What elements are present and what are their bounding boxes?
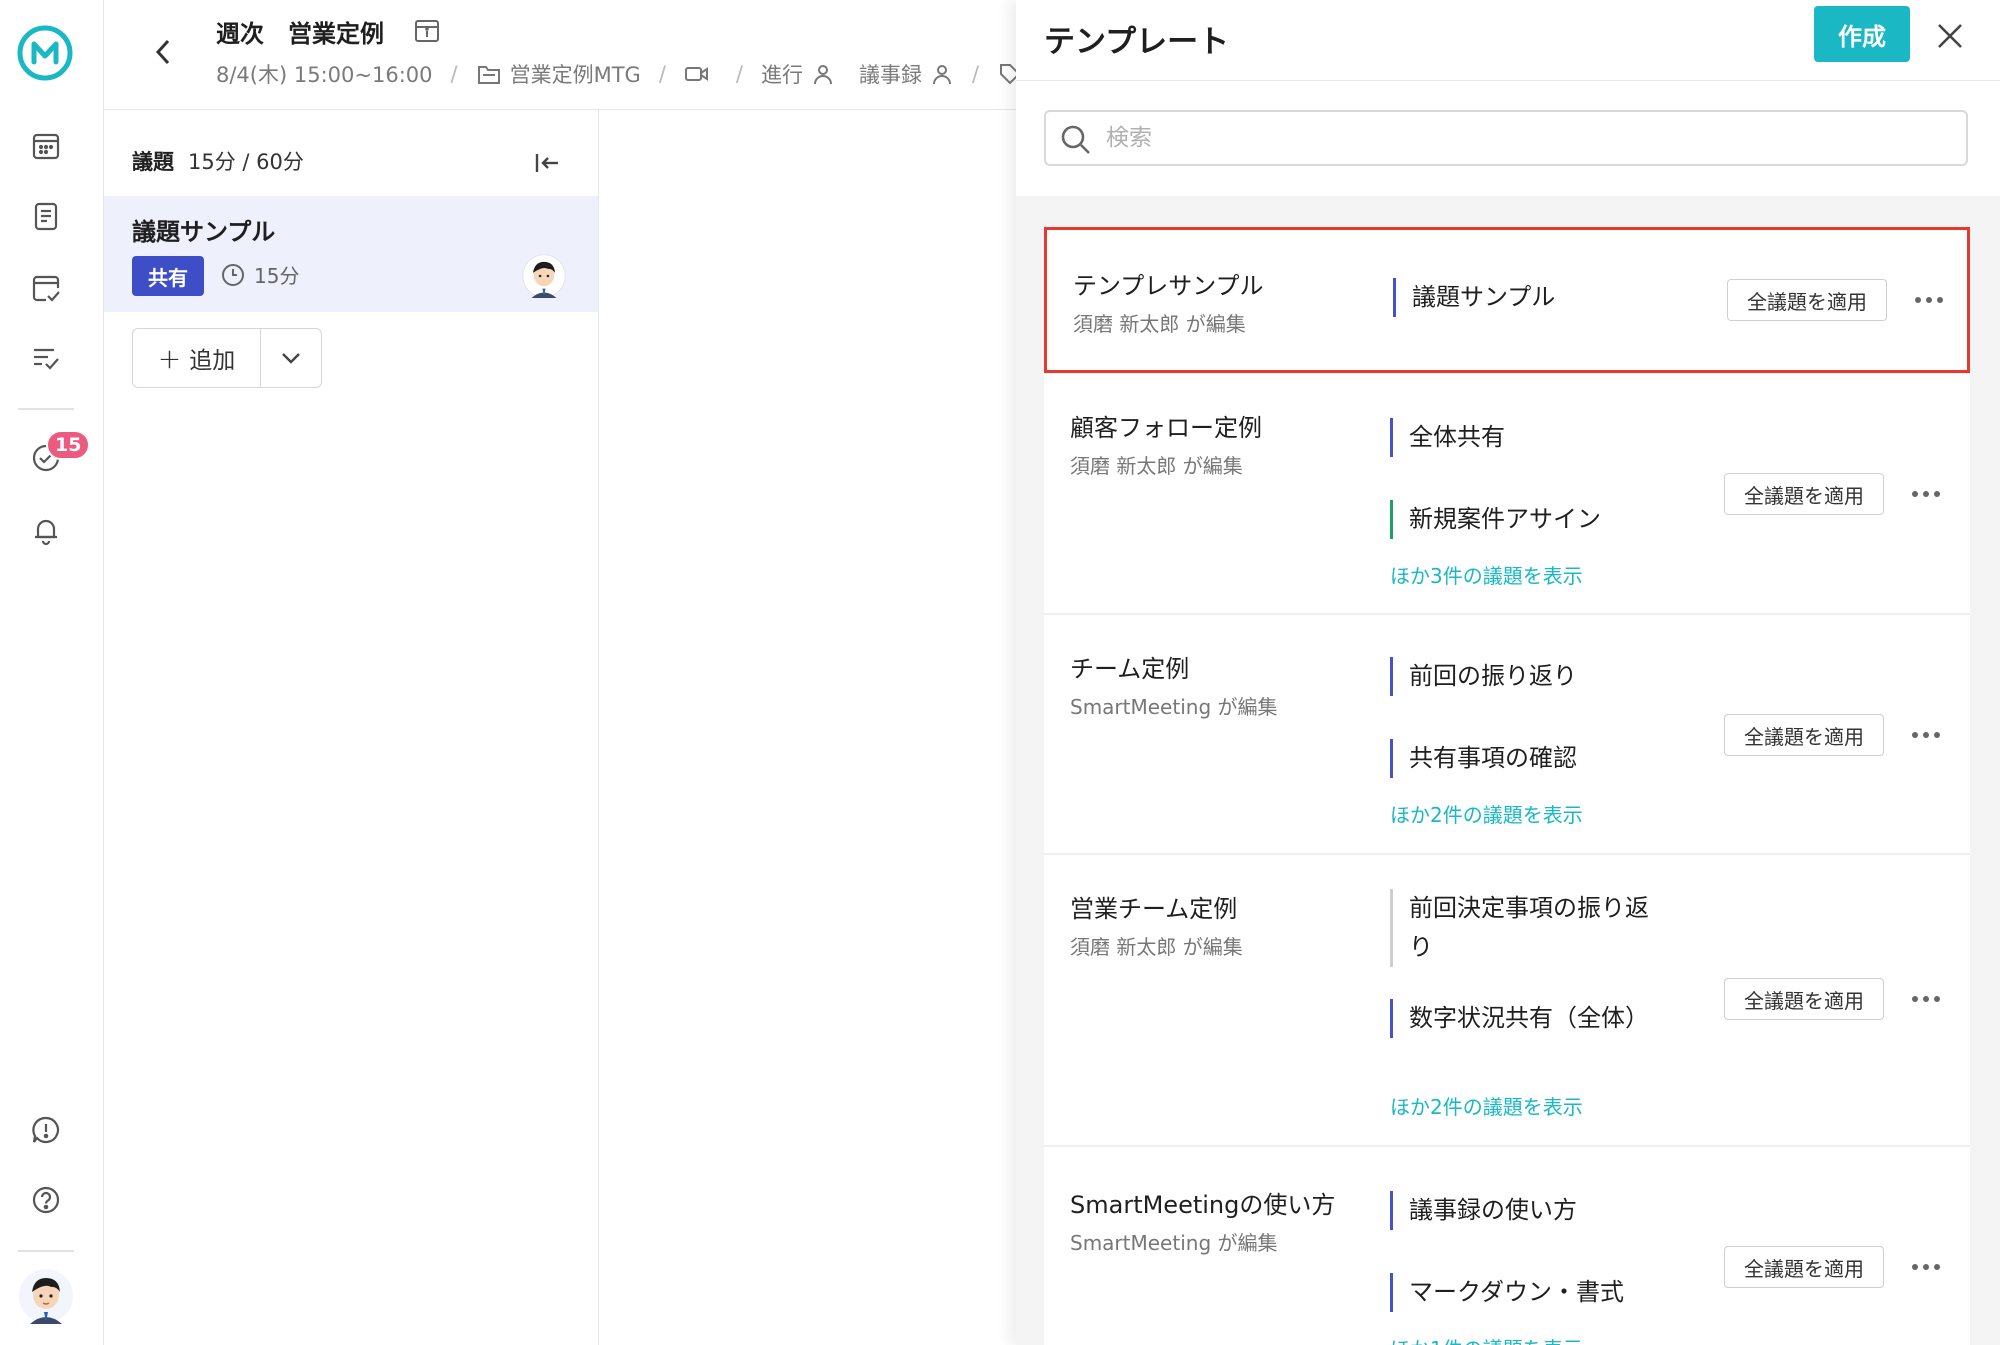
create-template-button[interactable]: 作成 [1814,6,1910,62]
help-icon[interactable] [24,1178,68,1222]
clock-icon [220,262,246,288]
feedback-icon[interactable] [24,1108,68,1152]
template-editor: SmartMeeting が編集 [1070,695,1278,719]
show-more-agendas-link[interactable]: ほか2件の議題を表示 [1390,1091,1583,1120]
template-name: SmartMeetingの使い方 [1070,1191,1336,1219]
template-drawer: テンプレート 作成 テンプレサンプル 須磨 新太郎 が編集 議題サンプル [1016,0,2000,1345]
document-icon[interactable] [24,194,68,238]
bell-icon[interactable] [24,508,68,552]
template-agenda-item: 議事録の使い方 [1390,1191,1650,1230]
agenda-panel: 議題 15分 / 60分 議題サンプル 共有 15分 + 追加 [104,110,599,1345]
template-agenda-item: マークダウン・書式 [1390,1273,1650,1312]
app-root: 15 週次 営業定例 8/4(木) 15:00~16:00 / 営業定例MTG … [0,0,2000,1345]
task-list-icon[interactable] [24,336,68,380]
notification-count-badge: 15 [46,430,91,460]
show-more-agendas-link[interactable]: ほか1件の議題を表示 [1390,1333,1583,1345]
more-options-icon[interactable] [1906,979,1946,1019]
meta-separator: / [735,62,743,86]
template-card[interactable]: SmartMeetingの使い方 SmartMeeting が編集 議事録の使い… [1044,1147,1970,1345]
agenda-item-title: 議題サンプル [132,218,276,246]
template-name: チーム定例 [1070,655,1190,683]
template-card[interactable]: チーム定例 SmartMeeting が編集 前回の振り返り 共有事項の確認 ほ… [1044,615,1970,855]
meeting-title: 週次 営業定例 [216,20,384,48]
user-avatar[interactable] [18,1268,74,1324]
agenda-item-time: 15分 [220,260,299,289]
template-card[interactable]: 営業チーム定例 須磨 新太郎 が編集 前回決定事項の振り返り 数字状況共有（全体… [1044,855,1970,1147]
template-agenda-item: 新規案件アサイン [1390,500,1650,539]
agenda-label: 議題 [132,150,174,174]
apply-all-button[interactable]: 全議題を適用 [1724,1246,1884,1288]
role-minutes-label[interactable]: 議事録 [859,59,922,89]
template-name: 顧客フォロー定例 [1070,414,1262,442]
person-icon [930,62,954,86]
person-icon [811,62,835,86]
meeting-info-icon[interactable] [412,16,442,46]
apply-all-button[interactable]: 全議題を適用 [1724,978,1884,1020]
search-icon [1060,124,1092,156]
template-agenda-item: 前回の振り返り [1390,657,1650,696]
template-editor: 須磨 新太郎 が編集 [1070,454,1243,478]
apply-all-button[interactable]: 全議題を適用 [1724,473,1884,515]
drawer-header: テンプレート 作成 [1016,0,2000,196]
meeting-header: 週次 営業定例 8/4(木) 15:00~16:00 / 営業定例MTG / /… [104,0,1021,110]
meeting-meta-bar: 8/4(木) 15:00~16:00 / 営業定例MTG / / 進行 議事録 … [216,58,1031,90]
add-agenda-label: 追加 [189,348,236,374]
template-editor: 須磨 新太郎 が編集 [1073,312,1246,336]
agenda-item[interactable]: 議題サンプル 共有 15分 [104,196,598,312]
plus-icon: + [157,341,182,375]
show-more-agendas-link[interactable]: ほか2件の議題を表示 [1390,799,1583,828]
more-options-icon[interactable] [1909,280,1949,320]
role-progress-label[interactable]: 進行 [761,59,803,89]
assignee-avatar[interactable] [522,254,566,298]
app-logo-icon[interactable] [16,24,74,82]
calendar-check-icon[interactable] [24,266,68,310]
meeting-folder[interactable]: 営業定例MTG [510,59,641,89]
calendar-icon[interactable] [24,124,68,168]
agenda-duration: 15分 / 60分 [188,150,304,174]
template-name: テンプレサンプル [1073,272,1264,300]
template-agenda-item: 全体共有 [1390,418,1650,457]
agenda-item-duration: 15分 [254,264,300,288]
show-more-agendas-link[interactable]: ほか3件の議題を表示 [1390,560,1583,589]
rail-divider [18,1250,74,1252]
video-camera-icon[interactable] [684,61,710,87]
apply-all-button[interactable]: 全議題を適用 [1727,279,1887,321]
template-list: テンプレサンプル 須磨 新太郎 が編集 議題サンプル 全議題を適用 顧客フォロー… [1044,225,1970,1345]
icon-rail: 15 [0,0,104,1345]
folder-icon [476,61,502,87]
rail-divider [18,408,74,410]
meta-separator: / [450,62,458,86]
template-card[interactable]: 顧客フォロー定例 須磨 新太郎 が編集 全体共有 新規案件アサイン ほか3件の議… [1044,374,1970,615]
template-editor: 須磨 新太郎 が編集 [1070,935,1243,959]
search-input[interactable] [1106,118,1946,158]
template-agenda-item: 共有事項の確認 [1390,739,1650,778]
more-options-icon[interactable] [1906,474,1946,514]
template-editor: SmartMeeting が編集 [1070,1231,1278,1255]
drawer-divider [1016,80,2000,81]
back-chevron-icon[interactable] [144,32,184,72]
template-agenda-item: 数字状況共有（全体） [1390,999,1650,1038]
apply-all-button[interactable]: 全議題を適用 [1724,714,1884,756]
template-agenda-item: 前回決定事項の振り返り [1390,889,1650,967]
template-search [1044,110,1968,166]
template-card[interactable]: テンプレサンプル 須磨 新太郎 が編集 議題サンプル 全議題を適用 [1044,227,1970,373]
collapse-panel-icon[interactable] [530,146,564,180]
close-icon[interactable] [1932,18,1968,54]
add-agenda-button[interactable]: + 追加 [133,329,261,387]
more-options-icon[interactable] [1906,1247,1946,1287]
drawer-title: テンプレート [1044,24,1230,60]
chevron-down-icon [282,353,300,364]
meta-separator: / [971,62,980,86]
meeting-datetime[interactable]: 8/4(木) 15:00~16:00 [216,59,433,89]
add-agenda-dropdown[interactable] [261,329,321,387]
shared-badge: 共有 [132,256,204,296]
template-name: 営業チーム定例 [1070,895,1238,923]
agenda-header: 議題 15分 / 60分 [132,146,304,176]
more-options-icon[interactable] [1906,715,1946,755]
template-agenda-item: 議題サンプル [1393,278,1653,317]
meta-separator: / [658,62,666,86]
add-agenda-split-button: + 追加 [132,328,322,388]
